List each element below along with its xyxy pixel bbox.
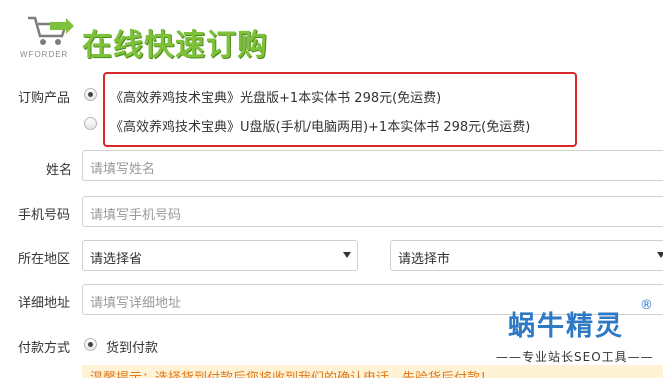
- phone-label: 手机号码: [18, 208, 71, 223]
- product-highlight-box: [103, 72, 577, 147]
- chevron-down-icon: [343, 252, 351, 258]
- city-select-value: 请选择市: [398, 252, 451, 267]
- product-option-1-label[interactable]: 《高效养鸡技术宝典》光盘版+1本实体书 298元(免运费): [110, 87, 441, 106]
- name-label: 姓名: [46, 163, 73, 178]
- product-option-1-radio[interactable]: [84, 88, 97, 101]
- address-label: 详细地址: [18, 296, 71, 311]
- payment-cod-label[interactable]: 货到付款: [106, 337, 158, 356]
- watermark: 蜗牛精灵 ® ——专业站长SEO工具——: [488, 298, 663, 378]
- product-option-2-radio[interactable]: [84, 117, 97, 130]
- province-select[interactable]: 请选择省: [82, 240, 358, 271]
- watermark-title: 蜗牛精灵: [508, 311, 624, 342]
- logo-text: WFORDER: [20, 50, 69, 59]
- product-option-2-label[interactable]: 《高效养鸡技术宝典》U盘版(手机/电脑两用)+1本实体书 298元(免运费): [110, 116, 530, 135]
- region-label: 所在地区: [18, 252, 71, 267]
- notice-text: 温馨提示：选择货到付款后您将收到我们的确认电话，先验货后付款！: [90, 367, 493, 378]
- province-select-value: 请选择省: [90, 252, 143, 267]
- phone-input[interactable]: 请填写手机号码: [82, 196, 663, 227]
- name-input[interactable]: 请填写姓名: [82, 150, 663, 181]
- city-select[interactable]: 请选择市: [390, 240, 663, 271]
- product-label: 订购产品: [18, 91, 71, 106]
- payment-cod-radio[interactable]: [84, 338, 97, 351]
- order-header: WFORDER 在线快速订购: [0, 0, 663, 78]
- chevron-down-icon: [657, 252, 663, 258]
- payment-label: 付款方式: [18, 341, 71, 356]
- registered-mark: ®: [640, 298, 653, 313]
- shopping-cart-icon: [28, 16, 74, 45]
- page-title: 在线快速订购: [82, 28, 268, 63]
- watermark-subtitle: ——专业站长SEO工具——: [496, 350, 654, 364]
